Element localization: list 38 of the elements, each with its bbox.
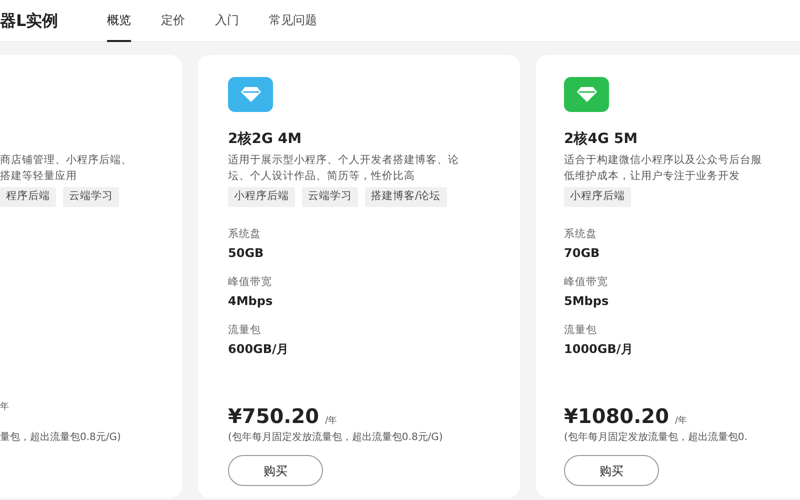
price-note: (包年每月固定发放流量包，超出流量包0.8元/G) — [228, 430, 444, 445]
plan-description: 商店铺管理、小程序后端、 搭建等轻量应用 — [0, 153, 133, 184]
price-unit: /年 — [325, 415, 338, 428]
page-title: 器L实例 — [0, 10, 60, 32]
nav-tab[interactable]: 定价 — [161, 0, 185, 42]
buy-button[interactable]: 购买 — [228, 455, 323, 486]
spec-label: 系统盘 — [228, 227, 262, 241]
spec-value: 5Mbps — [564, 293, 610, 309]
spec-label: 峰值带宽 — [564, 275, 609, 289]
spec-label: 流量包 — [564, 323, 598, 337]
tag: 搭建博客/论坛 — [365, 187, 447, 207]
price-note: 量包，超出流量包0.8元/G) — [0, 430, 122, 445]
price: ¥750.20 — [228, 403, 320, 430]
plan-description: 适合于构建微信小程序以及公众号后台服 低维护成本，让用户专注于业务开发 — [564, 153, 763, 184]
plan-title: 2核2G 4M — [228, 130, 303, 149]
spec-value: 1000GB/月 — [564, 341, 634, 357]
price: ¥1080.20 — [564, 403, 670, 430]
spec-label: 流量包 — [228, 323, 262, 337]
spec-value: 50GB — [228, 245, 265, 261]
price-unit: 年 — [0, 401, 9, 414]
tag: 小程序后端 — [228, 187, 295, 207]
spec-value: 70GB — [564, 245, 601, 261]
spec-value: 4Mbps — [228, 293, 274, 309]
tag: 云端学习 — [63, 187, 119, 207]
nav-tab[interactable]: 入门 — [215, 0, 239, 42]
price-note: (包年每月固定发放流量包，超出流量包0. — [564, 430, 748, 445]
nav-tab[interactable]: 概览 — [107, 0, 131, 42]
tag: 程序后端 — [0, 187, 56, 207]
tag: 小程序后端 — [564, 187, 631, 207]
tag: 云端学习 — [302, 187, 358, 207]
price-unit: /年 — [675, 415, 688, 428]
nav-tab[interactable]: 常见问题 — [269, 0, 317, 42]
spec-label: 系统盘 — [564, 227, 598, 241]
plan-title: 2核4G 5M — [564, 130, 639, 149]
plan-description: 适用于展示型小程序、个人开发者搭建博客、论 坛、个人设计作品、简历等，性价比高 — [228, 153, 460, 184]
spec-value: 600GB/月 — [228, 341, 290, 357]
buy-button[interactable]: 购买 — [564, 455, 659, 486]
spec-label: 峰值带宽 — [228, 275, 273, 289]
